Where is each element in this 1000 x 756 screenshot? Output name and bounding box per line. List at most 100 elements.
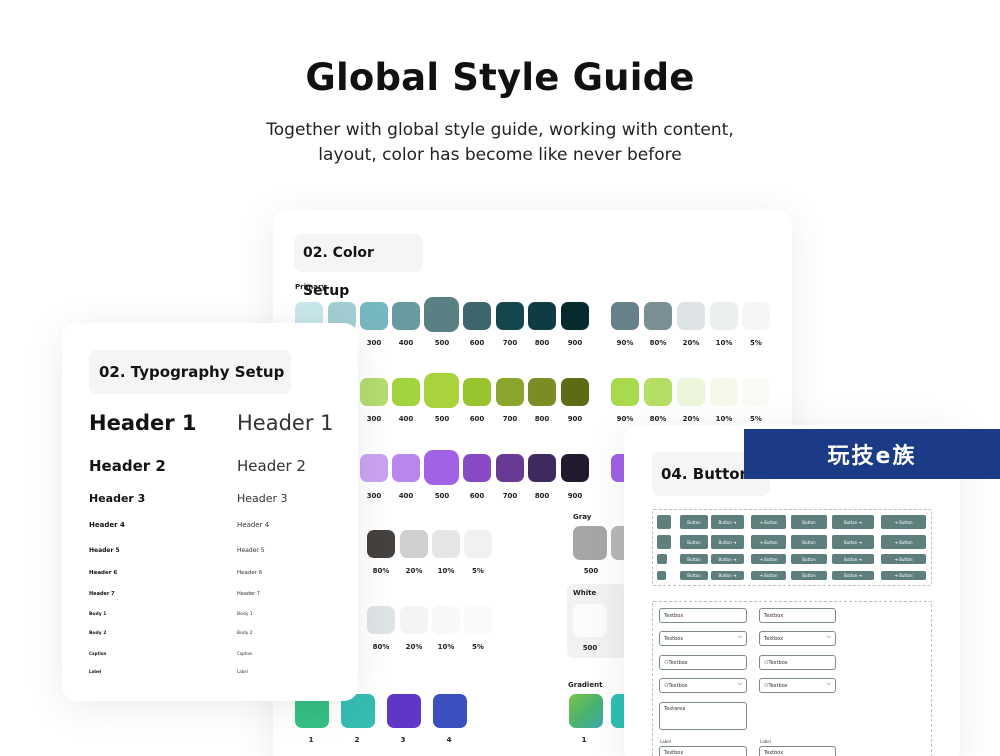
- input-text: Textbox: [664, 612, 684, 619]
- typo-regular-6: Header 6: [237, 570, 263, 576]
- icon-dropdown-2[interactable]: ⚇ Textbox ⌵: [759, 678, 836, 693]
- typo-regular-2: Header 2: [237, 457, 306, 475]
- button-2-a[interactable]: Button: [680, 554, 708, 564]
- button-text: Button ➔: [843, 556, 863, 562]
- green-alpha-swatch-4: [710, 378, 738, 406]
- gray-swatch-1: [573, 526, 607, 560]
- labeled-textbox-2[interactable]: Textbox: [759, 746, 836, 756]
- button-1-e[interactable]: Button ➔: [832, 535, 874, 549]
- button-icon-1[interactable]: [657, 535, 671, 549]
- subtitle-line-2: layout, color has become like never befo…: [318, 145, 682, 165]
- dark-alpha-label: 20%: [405, 567, 423, 575]
- button-0-f[interactable]: ➔ Button: [881, 515, 926, 529]
- icon-textbox-1[interactable]: ⚇ Textbox: [659, 655, 747, 670]
- button-1-d[interactable]: Button: [791, 535, 827, 549]
- labeled-textbox-1[interactable]: Textbox: [659, 746, 747, 756]
- button-3-c[interactable]: ➔ Button: [751, 571, 786, 580]
- button-text: ➔ Button: [759, 573, 778, 578]
- button-icon-0[interactable]: [657, 515, 671, 529]
- field-label: Label: [660, 739, 671, 744]
- purple-shade-label: 300: [366, 492, 382, 500]
- button-3-d[interactable]: Button: [791, 571, 827, 580]
- green-shade-label: 400: [398, 415, 414, 423]
- dark-alpha-swatch-4: [464, 530, 492, 558]
- button-0-a[interactable]: Button: [680, 515, 708, 529]
- textbox-1[interactable]: Textbox: [659, 608, 747, 623]
- teal-swatch-6: [463, 302, 491, 330]
- dropdown-2[interactable]: Textbox ⌵: [759, 631, 836, 646]
- typography-card: 02. Typography Setup Header 1 Header 2 Hea…: [62, 323, 358, 701]
- watermark: 玩技e族: [744, 429, 1000, 479]
- textarea-1[interactable]: Textarea: [659, 702, 747, 730]
- button-3-b[interactable]: Button ➔: [711, 571, 744, 580]
- typo-regular-3: Header 3: [237, 492, 288, 505]
- button-1-c[interactable]: ➔ Button: [751, 535, 786, 549]
- gradient-number: 2: [354, 736, 360, 744]
- input-text: Textbox: [668, 682, 688, 689]
- green-shade-label: 800: [534, 415, 550, 423]
- button-text: Button ➔: [718, 573, 737, 578]
- light-alpha-swatch-4: [464, 606, 492, 634]
- green-swatch-3: [392, 378, 420, 406]
- teal-alpha-swatch-4: [710, 302, 738, 330]
- button-3-e[interactable]: Button ➔: [832, 571, 874, 580]
- button-2-b[interactable]: Button ➔: [711, 554, 744, 564]
- light-alpha-swatch-3: [432, 606, 460, 634]
- green-swatch-8: [561, 378, 589, 406]
- chevron-down-icon: ⌵: [826, 680, 831, 687]
- green-swatch-2: [360, 378, 388, 406]
- button-icon-2[interactable]: [657, 554, 667, 564]
- button-1-f[interactable]: ➔ Button: [881, 535, 926, 549]
- button-0-c[interactable]: ➔ Button: [751, 515, 786, 529]
- teal-swatch-9: [561, 302, 589, 330]
- button-0-b[interactable]: Button ➔: [711, 515, 744, 529]
- green-alpha-label: 90%: [616, 415, 634, 423]
- gradient-swatch-3: [387, 694, 421, 728]
- dropdown-1[interactable]: Textbox ⌵: [659, 631, 747, 646]
- button-text: ➔ Button: [759, 539, 778, 545]
- typo-bold-5: Header 5: [89, 547, 120, 554]
- typo-regular-9: Body 2: [237, 631, 253, 636]
- teal-shade-label: 800: [534, 339, 550, 347]
- button-0-d[interactable]: Button: [791, 515, 827, 529]
- typo-regular-4: Header 4: [237, 521, 270, 529]
- button-1-a[interactable]: Button: [680, 535, 708, 549]
- page-title: Global Style Guide: [305, 56, 695, 99]
- input-text: Textbox: [768, 682, 788, 689]
- icon-textbox-2[interactable]: ⚇ Textbox: [759, 655, 836, 670]
- dark-alpha-label: 5%: [472, 567, 484, 575]
- dark-alpha-swatch-1: [367, 530, 395, 558]
- textbox-2[interactable]: Textbox: [759, 608, 836, 623]
- input-text: Textbox: [768, 659, 788, 666]
- green-alpha-swatch-3: [677, 378, 705, 406]
- button-2-e[interactable]: Button ➔: [832, 554, 874, 564]
- typo-bold-10: Caption: [89, 651, 107, 656]
- dark-alpha-label: 10%: [437, 567, 455, 575]
- button-2-c[interactable]: ➔ Button: [751, 554, 786, 564]
- button-1-b[interactable]: Button ➔: [711, 535, 744, 549]
- button-3-f[interactable]: ➔ Button: [881, 571, 926, 580]
- teal-swatch-4: [392, 302, 420, 330]
- white-shade-label: 500: [582, 644, 598, 652]
- teal-shade-label: 300: [366, 339, 382, 347]
- icon-dropdown-1[interactable]: ⚇ Textbox ⌵: [659, 678, 747, 693]
- button-2-f[interactable]: ➔ Button: [881, 554, 926, 564]
- teal-shade-label: 400: [398, 339, 414, 347]
- teal-shade-label: 700: [502, 339, 518, 347]
- gray-label: Gray: [573, 513, 592, 521]
- green-shade-label: 600: [469, 415, 485, 423]
- button-text: ➔ Button: [759, 556, 778, 562]
- teal-swatch-7: [496, 302, 524, 330]
- dark-alpha-label: 80%: [372, 567, 390, 575]
- button-2-d[interactable]: Button: [791, 554, 827, 564]
- button-0-e[interactable]: Button ➔: [832, 515, 874, 529]
- field-label: Label: [760, 739, 771, 744]
- chevron-down-icon: ⌵: [737, 680, 742, 687]
- teal-alpha-swatch-2: [644, 302, 672, 330]
- button-icon-3[interactable]: [657, 571, 666, 580]
- page-subtitle: Together with global style guide, workin…: [200, 118, 800, 168]
- green-alpha-label: 20%: [682, 415, 700, 423]
- button-3-a[interactable]: Button: [680, 571, 708, 580]
- input-text: Textbox: [664, 635, 684, 642]
- typo-bold-2: Header 2: [89, 457, 166, 475]
